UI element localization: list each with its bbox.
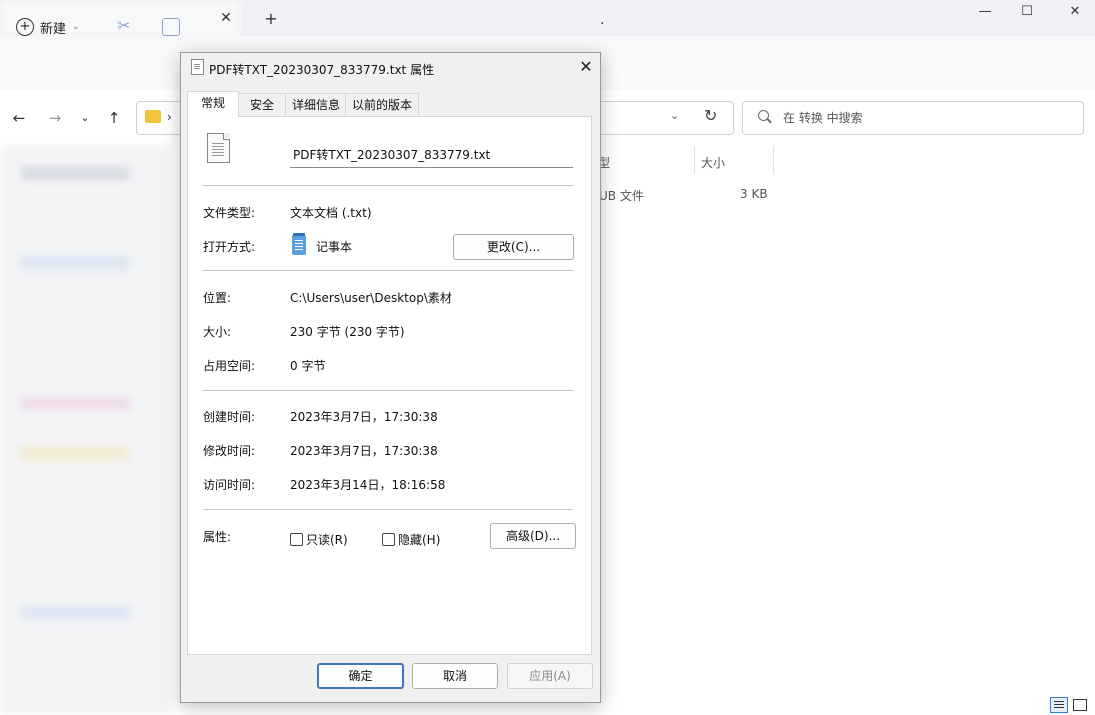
column-separator[interactable] bbox=[694, 146, 695, 174]
plus-icon: + bbox=[16, 18, 34, 36]
open-with-value: 记事本 bbox=[316, 240, 353, 254]
breadcrumb-chevron-icon[interactable]: › bbox=[167, 110, 172, 124]
advanced-button[interactable]: 高级(D)... bbox=[490, 523, 576, 549]
accessed-label: 访问时间: bbox=[203, 478, 256, 492]
attributes-label: 属性: bbox=[203, 530, 232, 544]
tab-general[interactable]: 常规 bbox=[187, 91, 239, 117]
divider bbox=[203, 390, 573, 391]
copy-icon[interactable] bbox=[162, 18, 180, 36]
text-file-icon bbox=[207, 133, 230, 163]
accessed-value: 2023年3月14日，18:16:58 bbox=[290, 478, 446, 492]
column-header-size[interactable]: 大小 bbox=[701, 154, 725, 171]
cut-icon[interactable]: ✂ bbox=[114, 16, 134, 38]
folder-icon bbox=[145, 110, 161, 123]
navigation-pane[interactable] bbox=[0, 146, 170, 715]
modified-label: 修改时间: bbox=[203, 444, 256, 458]
tab-previous-versions[interactable]: 以前的版本 bbox=[345, 93, 419, 116]
chevron-down-icon: ⌄ bbox=[72, 22, 80, 32]
change-button[interactable]: 更改(C)... bbox=[453, 234, 574, 260]
size-value: 230 字节 (230 字节) bbox=[290, 325, 405, 339]
new-button-label: 新建 bbox=[40, 21, 67, 37]
readonly-label: 只读(R) bbox=[306, 533, 348, 547]
file-title-icon bbox=[191, 59, 204, 75]
search-icon bbox=[758, 110, 769, 121]
tab-close-icon[interactable]: ✕ bbox=[216, 8, 236, 28]
apply-button[interactable]: 应用(A) bbox=[507, 663, 593, 689]
refresh-icon[interactable]: ↻ bbox=[704, 106, 717, 125]
tab-details[interactable]: 详细信息 bbox=[285, 93, 347, 116]
cancel-button[interactable]: 取消 bbox=[412, 663, 498, 689]
created-label: 创建时间: bbox=[203, 410, 256, 424]
disk-size-value: 0 字节 bbox=[290, 359, 326, 373]
divider bbox=[203, 185, 573, 186]
more-options-icon[interactable]: · bbox=[600, 16, 612, 36]
file-type-cell: UB 文件 bbox=[599, 189, 644, 203]
close-icon[interactable]: ✕ bbox=[576, 57, 596, 77]
properties-dialog: PDF转TXT_20230307_833779.txt 属性 ✕ 常规 安全 详… bbox=[180, 52, 601, 703]
general-panel bbox=[187, 116, 592, 655]
search-placeholder: 在 转换 中搜索 bbox=[783, 111, 863, 125]
location-value: C:\Users\user\Desktop\素材 bbox=[290, 291, 452, 305]
address-dropdown-icon[interactable]: ⌄ bbox=[670, 109, 679, 122]
divider bbox=[203, 270, 573, 271]
back-icon[interactable]: ← bbox=[8, 108, 30, 128]
tab-security[interactable]: 安全 bbox=[237, 93, 287, 116]
created-value: 2023年3月7日，17:30:38 bbox=[290, 410, 438, 424]
location-label: 位置: bbox=[203, 291, 232, 305]
tiles-view-icon[interactable] bbox=[1073, 699, 1087, 711]
window-close-icon[interactable]: ✕ bbox=[1060, 2, 1090, 22]
up-icon[interactable]: ↑ bbox=[103, 108, 125, 128]
dialog-title: PDF转TXT_20230307_833779.txt 属性 bbox=[209, 63, 435, 77]
readonly-checkbox[interactable]: 只读(R) bbox=[290, 531, 348, 548]
minimize-icon[interactable]: — bbox=[970, 2, 1000, 22]
new-button[interactable]: + 新建 ⌄ bbox=[16, 16, 80, 38]
notepad-icon bbox=[292, 233, 306, 255]
details-view-icon[interactable] bbox=[1050, 697, 1068, 713]
checkbox-box[interactable] bbox=[290, 533, 303, 546]
checkbox-box[interactable] bbox=[382, 533, 395, 546]
disk-size-label: 占用空间: bbox=[203, 359, 256, 373]
filename-field[interactable] bbox=[290, 141, 573, 168]
forward-icon[interactable]: → bbox=[44, 108, 66, 128]
modified-value: 2023年3月7日，17:30:38 bbox=[290, 444, 438, 458]
maximize-icon[interactable]: ☐ bbox=[1012, 2, 1042, 22]
file-size-cell: 3 KB bbox=[740, 187, 768, 201]
hidden-checkbox[interactable]: 隐藏(H) bbox=[382, 531, 440, 548]
type-label: 文件类型: bbox=[203, 206, 256, 220]
hidden-label: 隐藏(H) bbox=[398, 533, 441, 547]
column-separator[interactable] bbox=[773, 146, 774, 174]
divider bbox=[203, 509, 573, 510]
ok-button[interactable]: 确定 bbox=[317, 663, 404, 689]
recent-chevron-icon[interactable]: ⌄ bbox=[74, 108, 96, 128]
new-tab-icon[interactable]: + bbox=[261, 9, 281, 29]
type-value: 文本文档 (.txt) bbox=[290, 206, 372, 220]
size-label: 大小: bbox=[203, 325, 232, 339]
open-with-label: 打开方式: bbox=[203, 240, 256, 254]
